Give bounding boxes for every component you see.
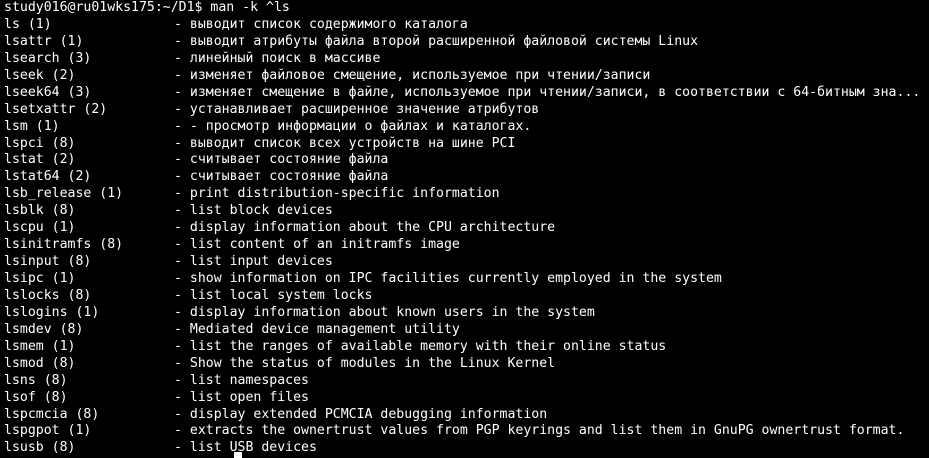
result-line: lscpu (1) - display information about the… [4, 220, 929, 237]
man-page-description: - show information on IPC facilities cur… [174, 271, 722, 286]
man-page-name: lscpu (1) [4, 220, 76, 236]
man-page-description: - list input devices [174, 254, 333, 270]
man-page-description: - list USB devices [174, 440, 317, 456]
man-page-description: - print distribution-specific informatio… [174, 186, 500, 202]
result-line: lsusb (8) - list USB devices [4, 440, 929, 457]
man-page-description: - считывает состояние файла [174, 152, 389, 168]
result-line: lsmem (1) - list the ranges of available … [4, 339, 929, 356]
man-page-name: lseek (2) [4, 67, 76, 83]
result-line: lsm (1) - - просмотр информации о файлах … [4, 119, 929, 136]
result-line: ls (1) - выводит список содержимого катал… [4, 17, 929, 34]
man-page-name: ls (1) [4, 16, 52, 32]
man-page-description: - выводит список содержимого каталога [174, 16, 468, 32]
result-line: lsb_release (1) - print distribution-spec… [4, 186, 929, 203]
result-line: lspcmcia (8) - display extended PCMCIA de… [4, 407, 929, 424]
result-line: lsinitramfs (8) - list content of an init… [4, 237, 929, 254]
man-page-name: lstat64 (2) [4, 169, 92, 185]
man-page-name: lstat (2) [4, 152, 76, 168]
man-page-description: - list content of an initramfs image [174, 237, 460, 253]
result-line: lsattr (1) - выводит атрибуты файла второ… [4, 34, 929, 51]
result-line: lsetxattr (2) - устанавливает расширенное… [4, 102, 929, 119]
result-line: lsearch (3) - линейный поиск в массиве [4, 51, 929, 68]
man-page-name: lsns (8) [4, 372, 68, 388]
result-line: lsmdev (8) - Mediated device management u… [4, 322, 929, 339]
man-page-description: - выводит атрибуты файла второй расширен… [174, 33, 699, 49]
man-page-description: - list namespaces [174, 372, 309, 388]
man-page-description: - Show the status of modules in the Linu… [174, 355, 556, 371]
man-page-name: lsb_release (1) [4, 186, 124, 202]
result-line: lseek64 (3) - изменяет смещение в файле, … [4, 85, 929, 102]
man-page-name: lspgpot (1) [4, 423, 92, 439]
man-page-name: lslocks (8) [4, 287, 92, 303]
man-page-description: - display extended PCMCIA debugging info… [174, 406, 548, 422]
result-line: lsof (8) - list open files [4, 390, 929, 407]
man-page-description: - list open files [174, 389, 309, 405]
man-page-name: lslogins (1) [4, 304, 100, 320]
man-page-name: lseek64 (3) [4, 84, 92, 100]
result-line: lstat64 (2) - считывает состояние файла [4, 169, 929, 186]
prompt-line: study016@ru01wks175:~/D1$ man -k ^ls [4, 0, 929, 17]
result-line: lsblk (8) - list block devices [4, 203, 929, 220]
man-page-name: lsinput (8) [4, 254, 92, 270]
man-page-name: lspci (8) [4, 135, 76, 151]
man-page-description: - list local system locks [174, 287, 373, 303]
result-line: lseek (2) - изменяет файловое смещение, и… [4, 68, 929, 85]
result-line: lslocks (8) - list local system locks [4, 288, 929, 305]
man-page-description: - display information about known users … [174, 304, 595, 320]
man-page-description: - list the ranges of available memory wi… [174, 338, 667, 354]
result-line: lsmod (8) - Show the status of modules in… [4, 356, 929, 373]
result-line: lsipc (1) - show information on IPC facil… [4, 271, 929, 288]
man-page-description: - Mediated device management utility [174, 321, 460, 337]
man-page-name: lsipc (1) [4, 271, 76, 286]
man-page-name: lsmod (8) [4, 355, 76, 371]
command-prompt: study016@ru01wks175:~/D1$ man -k ^ls [4, 0, 290, 15]
man-page-name: lsattr (1) [4, 33, 84, 49]
man-page-name: lsmdev (8) [4, 321, 84, 337]
man-page-name: lsetxattr (2) [4, 101, 108, 117]
terminal-window[interactable]: study016@ru01wks175:~/D1$ man -k ^ls ls … [0, 0, 929, 458]
man-page-description: - линейный поиск в массиве [174, 50, 381, 66]
result-line: lsns (8) - list namespaces [4, 373, 929, 390]
result-line: lsinput (8) - list input devices [4, 254, 929, 271]
text-cursor [234, 452, 242, 458]
man-page-description: - считывает состояние файла [174, 169, 389, 185]
man-page-name: lsblk (8) [4, 203, 76, 219]
man-page-name: lsof (8) [4, 389, 68, 405]
man-page-description: - - просмотр информации о файлах и катал… [174, 118, 532, 134]
man-page-name: lsm (1) [4, 118, 60, 134]
result-line: lspci (8) - выводит список всех устройств… [4, 136, 929, 153]
man-page-name: lspcmcia (8) [4, 406, 100, 422]
result-line: lslogins (1) - display information about … [4, 305, 929, 322]
man-page-description: - extracts the ownertrust values from PG… [174, 423, 905, 439]
man-page-name: lsmem (1) [4, 338, 76, 354]
man-page-description: - list block devices [174, 203, 333, 219]
man-page-description: - display information about the CPU arch… [174, 220, 556, 236]
man-page-description: - выводит список всех устройств на шине … [174, 135, 516, 151]
man-results-list: ls (1) - выводит список содержимого катал… [4, 17, 929, 457]
man-page-description: - изменяет смещение в файле, используемо… [174, 84, 921, 100]
man-page-description: - изменяет файловое смещение, используем… [174, 67, 651, 83]
man-page-description: - устанавливает расширенное значение атр… [174, 101, 540, 117]
result-line: lspgpot (1) - extracts the ownertrust val… [4, 423, 929, 440]
man-page-name: lsearch (3) [4, 50, 92, 66]
man-page-name: lsusb (8) [4, 440, 76, 456]
man-page-name: lsinitramfs (8) [4, 237, 124, 253]
result-line: lstat (2) - считывает состояние файла [4, 152, 929, 169]
